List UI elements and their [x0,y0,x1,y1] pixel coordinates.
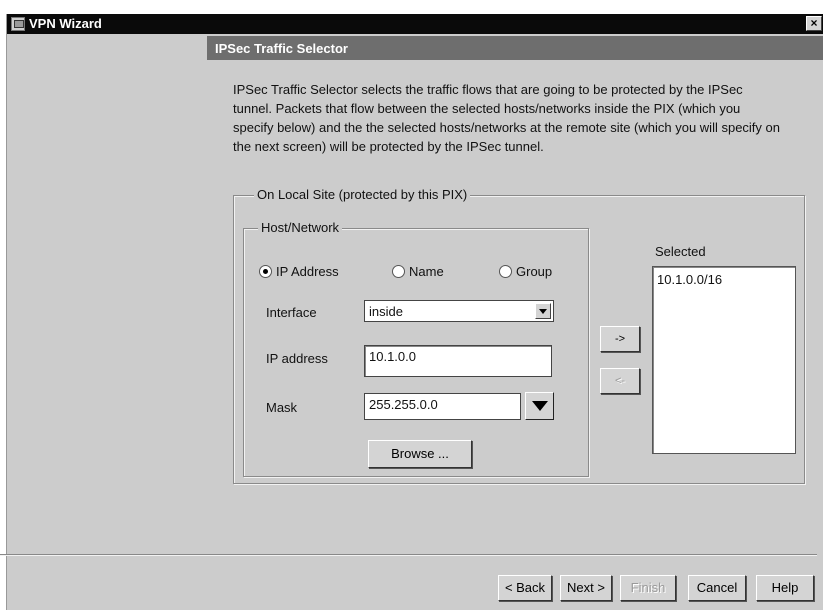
radio-name[interactable]: Name [392,264,444,279]
close-button[interactable]: × [806,16,822,31]
host-network-legend: Host/Network [258,220,343,235]
window-title: VPN Wizard [29,16,102,31]
mask-field[interactable]: 255.255.0.0 [364,393,521,420]
mask-dropdown-icon[interactable] [525,392,554,420]
page-header: IPSec Traffic Selector [207,36,823,60]
mask-value: 255.255.0.0 [369,397,438,412]
browse-button[interactable]: Browse ... [368,440,472,468]
selected-list[interactable]: 10.1.0.0/16 [652,266,796,454]
cancel-button[interactable]: Cancel [688,575,746,601]
footer-separator [0,554,817,556]
selected-label: Selected [655,244,706,259]
chevron-down-icon[interactable] [535,303,551,319]
next-button[interactable]: Next > [560,575,612,601]
radio-ip-address[interactable]: IP Address [259,264,339,279]
interface-select[interactable]: inside [364,300,554,322]
help-button[interactable]: Help [756,575,814,601]
interface-value: inside [369,304,403,319]
description-text: IPSec Traffic Selector selects the traff… [233,82,780,154]
title-bar: VPN Wizard × [7,14,823,34]
mask-label: Mask [266,400,298,415]
radio-dot[interactable] [392,265,405,278]
ip-address-field[interactable]: 10.1.0.0 [364,345,552,377]
radio-dot[interactable] [499,265,512,278]
interface-label: Interface [266,305,317,320]
radio-group[interactable]: Group [499,264,552,279]
radio-dot-selected[interactable] [259,265,272,278]
vpn-wizard-app-icon [11,17,25,31]
ip-address-value: 10.1.0.0 [369,349,416,364]
list-item[interactable]: 10.1.0.0/16 [657,272,722,287]
radio-ip-address-label: IP Address [276,264,339,279]
add-button[interactable]: -> [600,326,640,352]
page-title: IPSec Traffic Selector [215,41,348,56]
finish-button[interactable]: Finish [620,575,676,601]
radio-name-label: Name [409,264,444,279]
ip-address-label: IP address [266,351,328,366]
remove-button[interactable]: <- [600,368,640,394]
back-button[interactable]: < Back [498,575,552,601]
local-site-legend: On Local Site (protected by this PIX) [254,187,471,202]
radio-group-label: Group [516,264,553,279]
